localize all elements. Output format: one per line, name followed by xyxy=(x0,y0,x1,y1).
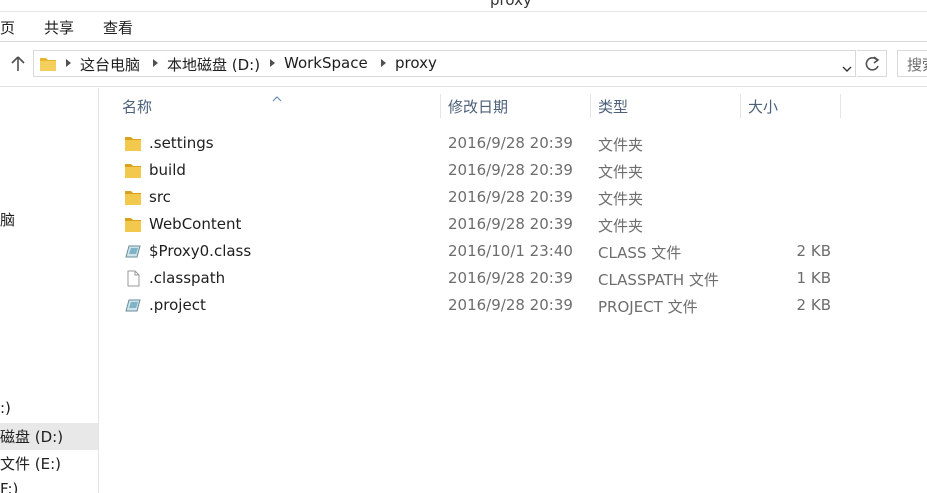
column-divider[interactable] xyxy=(740,94,741,118)
file-row[interactable]: .project 2016/9/28 20:39 PROJECT 文件 2 KB xyxy=(100,292,927,319)
tab-page[interactable]: 页 xyxy=(0,17,15,38)
column-headers: 名称 修改日期 类型 大小 xyxy=(100,94,927,118)
chevron-right-icon[interactable] xyxy=(66,59,71,67)
blank-file-icon xyxy=(124,270,142,287)
nav-item-this-pc[interactable]: 脑 xyxy=(0,206,98,233)
file-date: 2016/9/28 20:39 xyxy=(448,161,573,179)
column-divider[interactable] xyxy=(840,94,841,118)
breadcrumb-proxy[interactable]: proxy xyxy=(395,54,437,72)
file-size: 2 KB xyxy=(796,296,831,314)
column-divider[interactable] xyxy=(440,94,441,118)
file-name: $Proxy0.class xyxy=(149,242,252,260)
file-row[interactable]: src 2016/9/28 20:39 文件夹 xyxy=(100,184,927,211)
file-type: 文件夹 xyxy=(598,163,644,181)
column-header-type[interactable]: 类型 xyxy=(598,96,628,117)
file-row[interactable]: .settings 2016/9/28 20:39 文件夹 xyxy=(100,130,927,157)
file-name: WebContent xyxy=(149,215,242,233)
nav-item-drive-e[interactable]: 文件 (E:) xyxy=(0,450,98,477)
ribbon-tabs: 页 共享 查看 xyxy=(0,12,927,42)
file-type: 文件夹 xyxy=(598,190,644,208)
navigation-pane: 脑 :) 磁盘 (D:) 文件 (E:) F:) xyxy=(0,88,99,493)
file-list: 名称 修改日期 类型 大小 .settings 2016/9/28 20:39 文件… xyxy=(100,88,927,493)
up-arrow-icon[interactable] xyxy=(8,54,28,74)
file-row[interactable]: build 2016/9/28 20:39 文件夹 xyxy=(100,157,927,184)
file-date: 2016/9/28 20:39 xyxy=(448,134,573,152)
nav-item-drive-d[interactable]: 磁盘 (D:) xyxy=(0,423,98,450)
file-row[interactable]: WebContent 2016/9/28 20:39 文件夹 xyxy=(100,211,927,238)
folder-icon xyxy=(124,216,142,233)
file-row[interactable]: $Proxy0.class 2016/10/1 23:40 CLASS 文件 2 KB xyxy=(100,238,927,265)
file-name: .project xyxy=(149,296,206,314)
file-date: 2016/9/28 20:39 xyxy=(448,215,573,233)
address-row: 这台电脑 本地磁盘 (D:) WorkSpace proxy 搜索 xyxy=(0,42,927,87)
address-bar[interactable]: 这台电脑 本地磁盘 (D:) WorkSpace proxy xyxy=(33,50,856,77)
window-title: proxy xyxy=(490,0,532,9)
file-size: 2 KB xyxy=(796,242,831,260)
search-placeholder: 搜索 xyxy=(907,56,927,74)
file-name: build xyxy=(149,161,186,179)
folder-icon xyxy=(38,55,58,73)
file-type: CLASS 文件 xyxy=(598,244,682,262)
file-type: CLASSPATH 文件 xyxy=(598,271,719,289)
breadcrumb-workspace[interactable]: WorkSpace xyxy=(284,54,368,72)
chevron-right-icon[interactable] xyxy=(270,59,275,67)
file-type: 文件夹 xyxy=(598,217,644,235)
column-header-size[interactable]: 大小 xyxy=(748,96,778,117)
file-date: 2016/9/28 20:39 xyxy=(448,296,573,314)
folder-icon xyxy=(124,162,142,179)
breadcrumb-this-pc[interactable]: 这台电脑 xyxy=(80,54,140,75)
file-date: 2016/9/28 20:39 xyxy=(448,188,573,206)
file-type: PROJECT 文件 xyxy=(598,298,698,316)
folder-icon xyxy=(124,189,142,206)
file-size: 1 KB xyxy=(796,269,831,287)
folder-icon xyxy=(124,135,142,152)
search-input[interactable]: 搜索 xyxy=(897,50,927,77)
nav-item-drive-c[interactable]: :) xyxy=(0,396,98,423)
file-type: 文件夹 xyxy=(598,136,644,154)
file-name: src xyxy=(149,188,171,206)
title-bar: proxy xyxy=(0,0,927,12)
file-name: .classpath xyxy=(149,269,226,287)
file-date: 2016/10/1 23:40 xyxy=(448,242,573,260)
nav-item-drive-f[interactable]: F:) xyxy=(0,477,98,493)
file-date: 2016/9/28 20:39 xyxy=(448,269,573,287)
tab-view[interactable]: 查看 xyxy=(103,17,133,38)
column-divider[interactable] xyxy=(590,94,591,118)
file-name: .settings xyxy=(149,134,214,152)
chevron-right-icon[interactable] xyxy=(381,59,386,67)
tab-share[interactable]: 共享 xyxy=(44,17,74,38)
class-file-icon xyxy=(124,243,142,260)
breadcrumb-drive-d[interactable]: 本地磁盘 (D:) xyxy=(167,54,260,75)
column-header-name[interactable]: 名称 xyxy=(122,96,152,117)
refresh-button[interactable] xyxy=(857,50,887,77)
class-file-icon xyxy=(124,297,142,314)
chevron-down-icon[interactable] xyxy=(842,59,852,72)
file-row[interactable]: .classpath 2016/9/28 20:39 CLASSPATH 文件 1 K… xyxy=(100,265,927,292)
refresh-icon xyxy=(865,56,880,71)
chevron-right-icon[interactable] xyxy=(153,59,158,67)
column-header-date[interactable]: 修改日期 xyxy=(448,96,508,117)
